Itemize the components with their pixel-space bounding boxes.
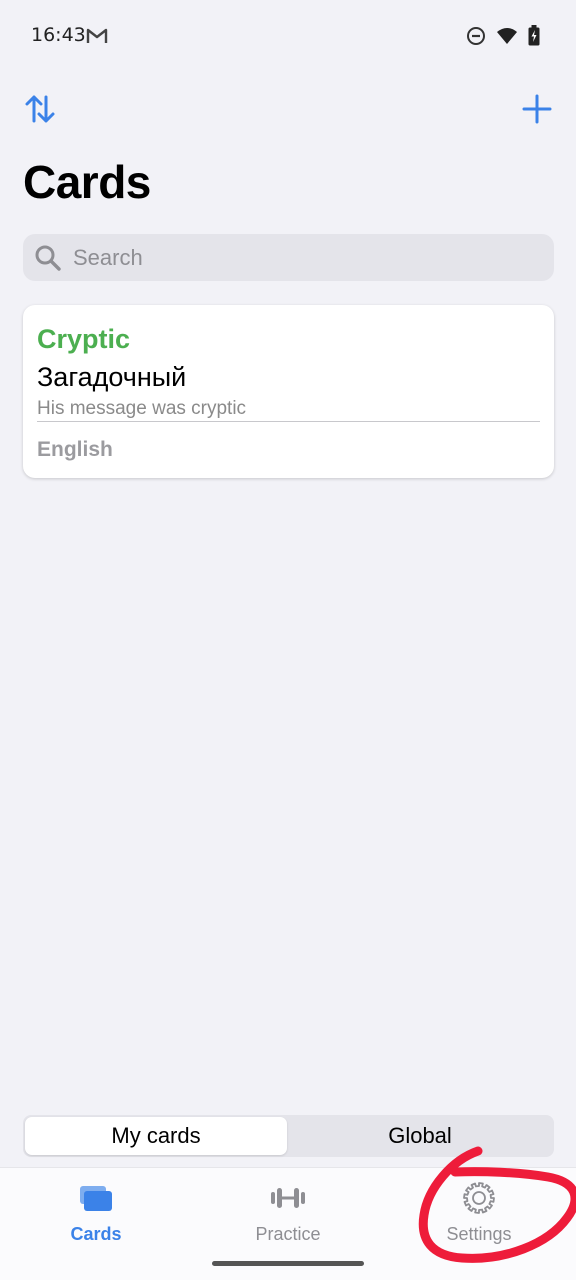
tab-practice[interactable]: Practice — [213, 1180, 363, 1250]
dumbbell-icon — [213, 1180, 363, 1216]
segment-my-cards[interactable]: My cards — [25, 1117, 287, 1155]
cards-source-segmented-control: My cards Global — [23, 1115, 554, 1157]
tab-settings[interactable]: Settings — [404, 1180, 554, 1250]
card-divider — [37, 421, 540, 422]
search-input[interactable] — [73, 234, 543, 281]
gmail-icon — [86, 27, 108, 49]
status-bar: 16:43 — [0, 0, 576, 72]
gear-icon — [404, 1180, 554, 1216]
card-translation: Загадочный — [37, 362, 187, 392]
tab-label-cards: Cards — [70, 1224, 122, 1244]
page-title: Cards — [23, 156, 151, 208]
tab-label-settings: Settings — [446, 1224, 512, 1244]
sort-button[interactable] — [24, 93, 56, 125]
cards-stack-icon — [21, 1180, 171, 1216]
add-card-button[interactable] — [522, 94, 552, 124]
home-indicator — [212, 1261, 364, 1266]
status-time: 16:43 — [31, 24, 86, 46]
segment-global[interactable]: Global — [288, 1117, 552, 1155]
search-icon — [34, 244, 61, 276]
cards-screen: 16:43 Cards Search Cryptic Загадочный Hi… — [0, 0, 576, 1280]
battery-icon — [528, 25, 540, 51]
status-icons — [466, 25, 540, 51]
search-bar[interactable] — [23, 234, 554, 281]
tab-cards[interactable]: Cards — [21, 1180, 171, 1250]
sort-arrows-icon — [25, 95, 55, 123]
card-example: His message was cryptic — [37, 398, 247, 419]
do-not-disturb-icon — [466, 26, 486, 51]
card-language: English — [37, 438, 113, 461]
card-item[interactable]: Cryptic Загадочный His message was crypt… — [23, 305, 554, 478]
wifi-icon — [496, 27, 518, 50]
card-word: Cryptic — [37, 324, 131, 354]
plus-icon — [522, 94, 552, 124]
tab-label-practice: Practice — [255, 1224, 321, 1244]
